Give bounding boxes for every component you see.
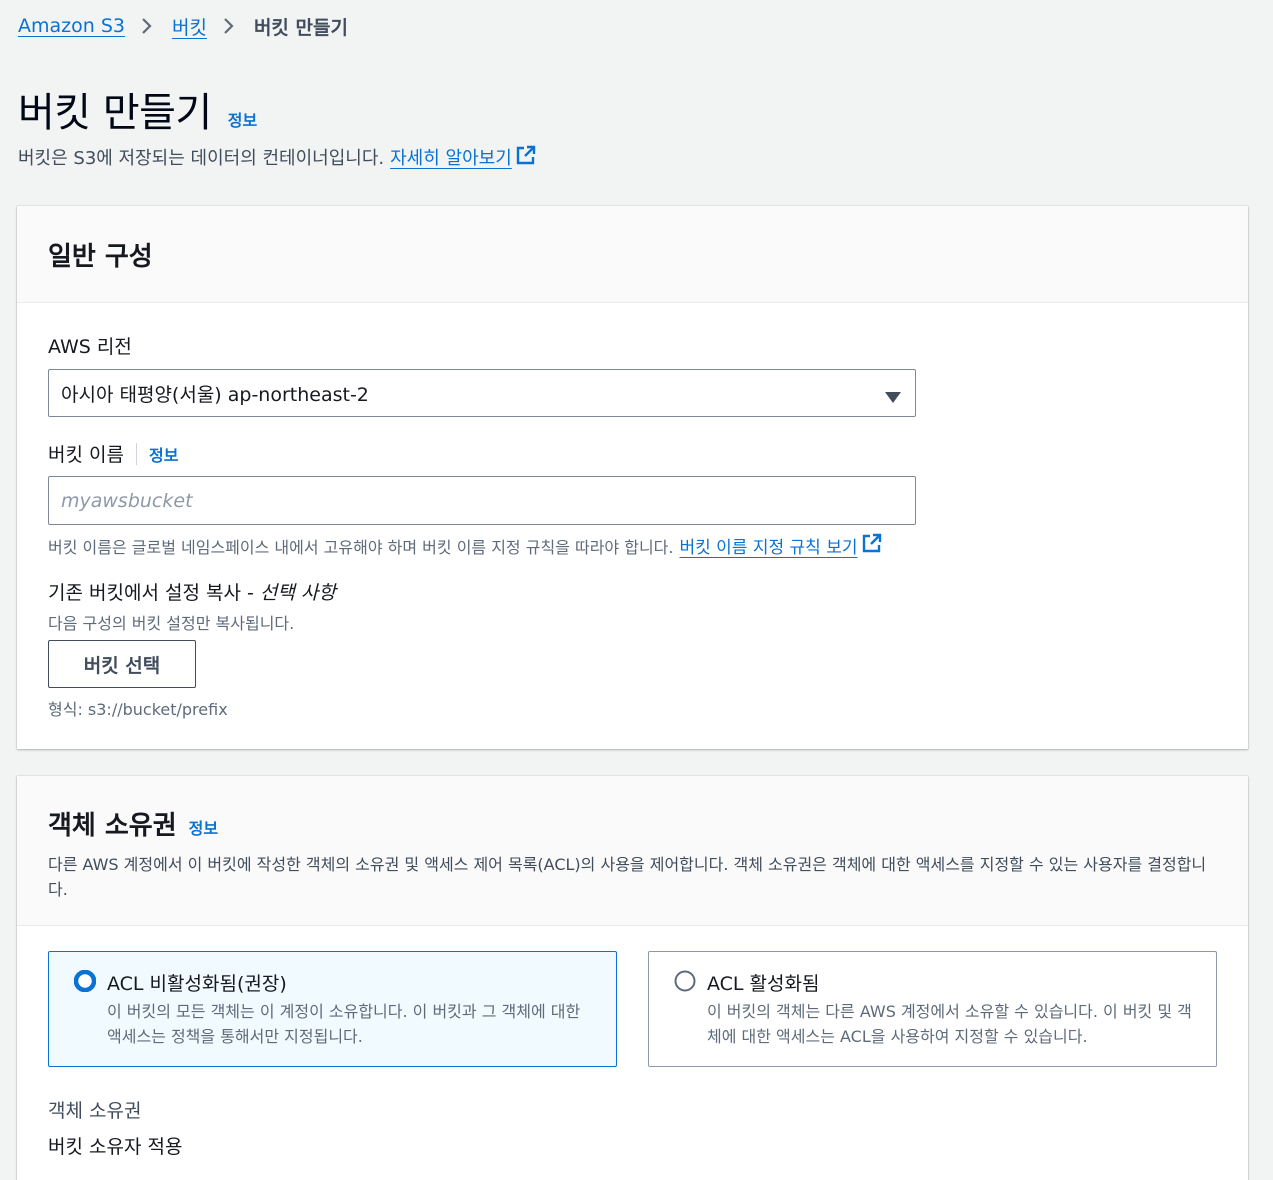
caret-down-icon <box>885 387 901 409</box>
general-config-header: 일반 구성 <box>17 206 1248 303</box>
copy-settings-label: 기존 버킷에서 설정 복사 - 선택 사항 <box>48 578 336 605</box>
bucket-name-hint-text: 버킷 이름은 글로벌 네임스페이스 내에서 고유해야 하며 버킷 이름 지정 규… <box>48 537 674 557</box>
breadcrumb-current: 버킷 만들기 <box>253 16 348 39</box>
page-description-text: 버킷은 S3에 저장되는 데이터의 컨테이너입니다. <box>18 148 385 169</box>
acl-enabled-title: ACL 활성화됨 <box>707 973 820 995</box>
acl-disabled-desc: 이 버킷의 모든 객체는 이 계정이 소유합니다. 이 버킷과 그 객체에 대한… <box>107 1002 581 1046</box>
page-info-link[interactable]: 정보 <box>228 107 257 131</box>
general-config-panel: 일반 구성 AWS 리전 아시아 태평양(서울) ap-northeast-2 … <box>17 206 1248 749</box>
radio-selected-icon <box>73 969 97 996</box>
acl-enabled-option[interactable]: ACL 활성화됨 이 버킷의 객체는 다른 AWS 계정에서 소유할 수 있습니… <box>648 951 1217 1067</box>
label-divider <box>135 442 137 465</box>
page-header: 버킷 만들기 정보 <box>18 80 257 138</box>
region-select[interactable]: 아시아 태평양(서울) ap-northeast-2 <box>48 369 916 417</box>
bucket-name-input[interactable] <box>48 476 916 525</box>
object-ownership-heading: 객체 소유권 <box>48 811 177 841</box>
ownership-field-label: 객체 소유권 <box>48 1100 142 1122</box>
breadcrumb-buckets[interactable]: 버킷 <box>172 13 207 40</box>
object-ownership-title-row: 객체 소유권 정보 <box>48 805 1217 842</box>
breadcrumb: Amazon S3 버킷 버킷 만들기 <box>18 12 348 40</box>
copy-settings-optional: 선택 사항 <box>259 582 336 604</box>
acl-disabled-option[interactable]: ACL 비활성화됨(권장) 이 버킷의 모든 객체는 이 계정이 소유합니다. … <box>48 951 617 1067</box>
ownership-field-value: 버킷 소유자 적용 <box>48 1136 183 1158</box>
chevron-right-icon <box>223 16 237 36</box>
object-ownership-info-link[interactable]: 정보 <box>189 815 218 839</box>
naming-rules-link[interactable]: 버킷 이름 지정 규칙 보기 <box>679 533 881 558</box>
region-label: AWS 리전 <box>48 336 132 358</box>
bucket-name-label-row: 버킷 이름 정보 <box>48 440 178 467</box>
learn-more-link[interactable]: 자세히 알아보기 <box>390 144 536 170</box>
naming-rules-label: 버킷 이름 지정 규칙 보기 <box>679 538 858 558</box>
radio-unselected-icon <box>674 970 696 996</box>
format-hint: 형식: s3://bucket/prefix <box>48 700 228 719</box>
page-title: 버킷 만들기 <box>18 90 212 136</box>
chevron-right-icon <box>141 16 155 36</box>
choose-bucket-button[interactable]: 버킷 선택 <box>48 640 196 688</box>
object-ownership-panel: 객체 소유권 정보 다른 AWS 계정에서 이 버킷에 작성한 객체의 소유권 … <box>17 776 1248 1180</box>
page-description: 버킷은 S3에 저장되는 데이터의 컨테이너입니다. 자세히 알아보기 <box>18 144 536 170</box>
external-link-icon <box>516 145 536 170</box>
bucket-name-label: 버킷 이름 <box>48 444 124 466</box>
region-select-value: 아시아 태평양(서울) ap-northeast-2 <box>61 383 369 406</box>
breadcrumb-amazon-s3[interactable]: Amazon S3 <box>18 15 125 37</box>
learn-more-label: 자세히 알아보기 <box>390 148 512 169</box>
object-ownership-desc: 다른 AWS 계정에서 이 버킷에 작성한 객체의 소유권 및 액세스 제어 목… <box>48 855 1207 899</box>
bucket-name-info-link[interactable]: 정보 <box>149 442 178 466</box>
acl-disabled-title: ACL 비활성화됨(권장) <box>107 973 287 995</box>
copy-settings-label-text: 기존 버킷에서 설정 복사 - <box>48 582 260 604</box>
object-ownership-header: 객체 소유권 정보 다른 AWS 계정에서 이 버킷에 작성한 객체의 소유권 … <box>17 776 1248 926</box>
bucket-name-hint: 버킷 이름은 글로벌 네임스페이스 내에서 고유해야 하며 버킷 이름 지정 규… <box>48 533 882 558</box>
external-link-icon <box>862 533 882 558</box>
acl-enabled-desc: 이 버킷의 객체는 다른 AWS 계정에서 소유할 수 있습니다. 이 버킷 및… <box>707 1002 1192 1046</box>
general-config-heading: 일반 구성 <box>48 242 153 272</box>
copy-settings-desc: 다음 구성의 버킷 설정만 복사됩니다. <box>48 614 295 633</box>
